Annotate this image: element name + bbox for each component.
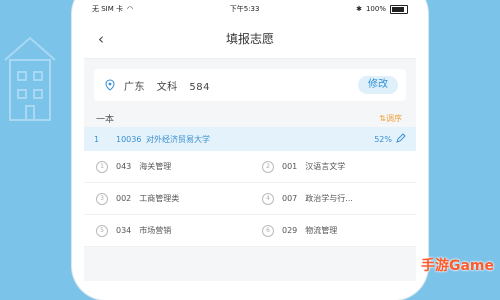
major-number: 3 [96,192,108,205]
major-name: 市场营销 [139,226,172,235]
sort-icon: ⇅ [379,113,386,123]
batch-label: 一本 [96,114,115,125]
selected-school-row[interactable]: 1 10036 对外经济贸易大学 52% [84,127,416,151]
major-item[interactable]: 5 034 市场营销 [84,215,250,246]
major-item[interactable]: 1 043 海关管理 [84,151,250,182]
major-code: 034 [116,226,132,235]
major-name: 工商管理类 [139,194,180,203]
major-name: 海关管理 [139,162,172,171]
major-code: 029 [282,226,298,235]
major-row: 5 034 市场营销 6 029 物流管理 [84,215,416,247]
carrier-text: 无 SIM 卡 [92,5,123,13]
building-illustration [4,36,56,121]
major-code: 043 [116,162,132,171]
adjust-order-button[interactable]: ⇅调序 [379,113,402,124]
location-icon [105,79,115,91]
major-number: 5 [96,224,108,237]
pencil-icon[interactable] [396,133,406,143]
batch-header: 一本 ⇅调序 [84,109,416,127]
status-bar: 无 SIM 卡 ◠ 下午5:33 ✱ 100% [84,0,416,18]
major-item[interactable]: 3 002 工商管理类 [84,183,250,214]
major-row: 1 043 海关管理 2 001 汉语言文学 [84,151,416,183]
profile-card: 广东 文科 584 修改 [94,69,406,101]
battery-icon [389,4,408,14]
bluetooth-icon: ✱ [356,5,362,13]
profile-info: 广东 文科 584 [124,78,218,93]
major-number: 6 [262,224,274,237]
major-name: 汉语言文学 [305,162,346,171]
major-code: 007 [282,194,298,203]
admission-probability: 52% [374,134,392,144]
app-screen: 无 SIM 卡 ◠ 下午5:33 ✱ 100% ‹ 填报志愿 广东 文科 584… [84,0,416,281]
school-code: 10036 [116,134,142,144]
watermark-logo: 手游Game [420,258,494,274]
score-text: 584 [189,81,210,93]
major-name: 政治学与行... [305,194,353,203]
major-code: 002 [116,194,132,203]
province-text: 广东 [124,81,145,93]
school-name: 对外经济贸易大学 [146,134,210,144]
wifi-icon: ◠ [127,5,134,13]
adjust-order-label: 调序 [386,113,402,123]
major-number: 4 [262,192,274,205]
major-number: 1 [96,160,108,173]
school-index: 1 [94,134,100,144]
battery-percent: 100% [365,5,386,13]
major-item[interactable]: 6 029 物流管理 [250,215,416,246]
nav-bar: ‹ 填报志愿 [84,18,416,59]
page-title: 填报志愿 [225,31,274,46]
track-text: 文科 [156,81,178,93]
edit-button[interactable]: 修改 [358,76,398,94]
major-item[interactable]: 2 001 汉语言文学 [250,151,416,182]
major-row: 3 002 工商管理类 4 007 政治学与行... [84,183,416,215]
major-list: 1 043 海关管理 2 001 汉语言文学 3 002 工商管理类 4 007… [84,151,416,247]
clock: 下午5:33 [229,5,260,13]
major-name: 物流管理 [305,226,338,235]
back-arrow-icon[interactable]: ‹ [98,30,104,48]
major-number: 2 [262,160,274,173]
major-item[interactable]: 4 007 政治学与行... [250,183,416,214]
major-code: 001 [282,162,298,171]
